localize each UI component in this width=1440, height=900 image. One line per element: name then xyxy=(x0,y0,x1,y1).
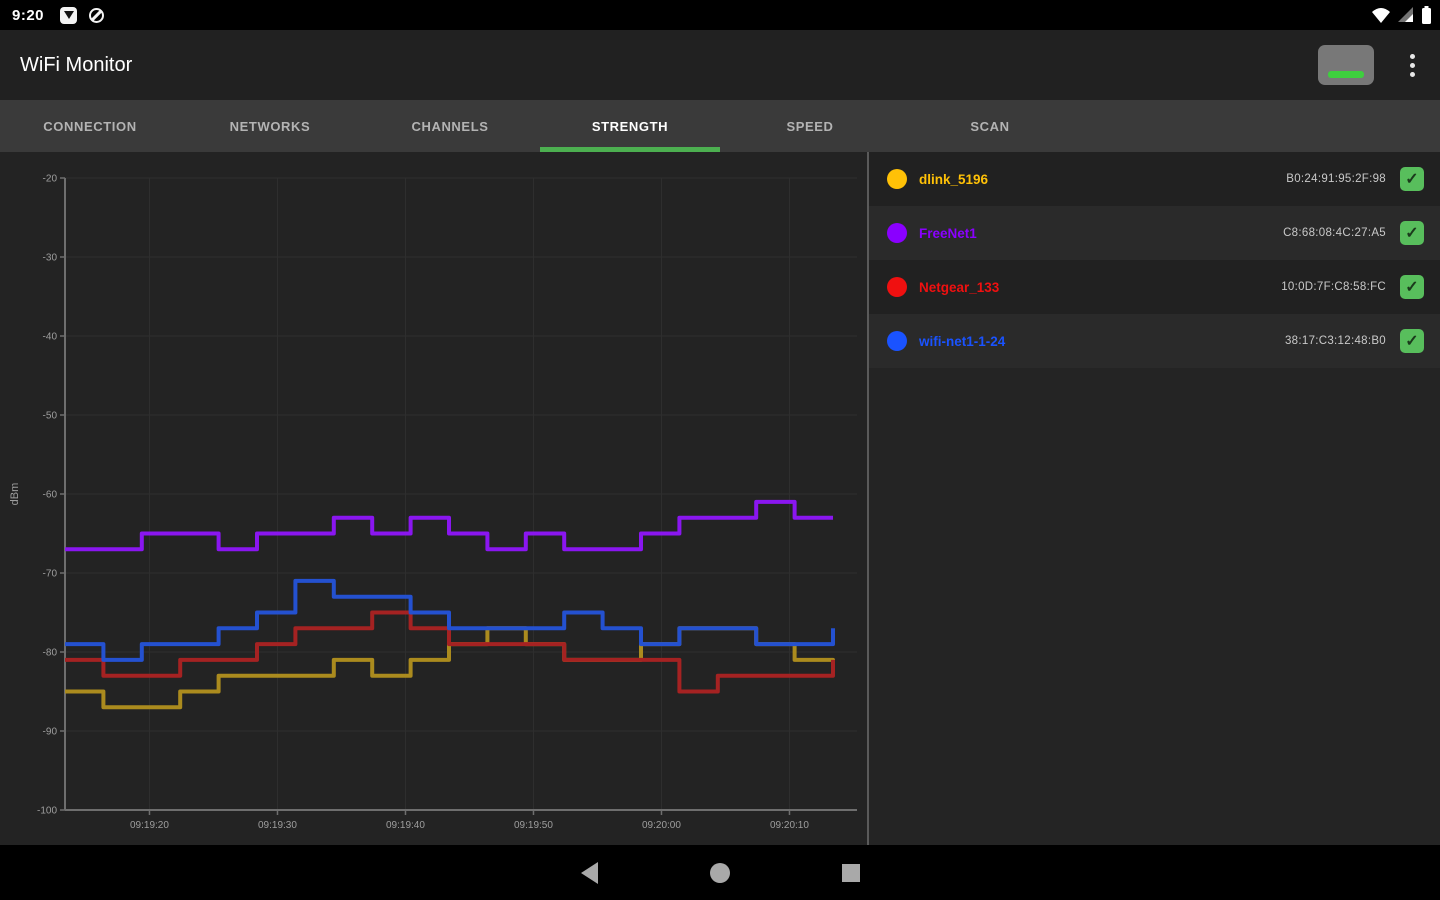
network-mac: 10:0D:7F:C8:58:FC xyxy=(1281,281,1386,293)
svg-text:-80: -80 xyxy=(43,648,58,659)
svg-text:09:19:50: 09:19:50 xyxy=(514,820,553,831)
network-row[interactable]: FreeNet1 C8:68:08:4C:27:A5 ✓ xyxy=(869,206,1440,260)
tab-speed[interactable]: SPEED xyxy=(720,100,900,152)
tab-scan[interactable]: SCAN xyxy=(900,100,1080,152)
adblock-icon xyxy=(60,6,78,24)
tab-connection[interactable]: CONNECTION xyxy=(0,100,180,152)
strength-chart: -20 -30 -40 -50 -60 -70 -80 -90 -100 09:19:20 09:1… xyxy=(9,174,857,831)
svg-text:-30: -30 xyxy=(43,253,58,264)
recents-icon[interactable] xyxy=(841,863,860,882)
svg-text:09:19:20: 09:19:20 xyxy=(130,820,169,831)
svg-text:09:19:30: 09:19:30 xyxy=(258,820,297,831)
tab-bar: CONNECTION NETWORKS CHANNELS STRENGTH SP… xyxy=(0,100,1440,152)
network-mac: 38:17:C3:12:48:B0 xyxy=(1284,335,1386,347)
network-color-dot xyxy=(887,331,907,351)
svg-text:-40: -40 xyxy=(43,332,58,343)
network-checkbox[interactable]: ✓ xyxy=(1400,167,1424,191)
android-nav-bar xyxy=(0,845,1440,900)
cell-signal-icon xyxy=(1398,7,1413,22)
chart-panel: -20 -30 -40 -50 -60 -70 -80 -90 -100 09:19:20 09:1… xyxy=(0,152,867,845)
tab-strength[interactable]: STRENGTH xyxy=(540,100,720,152)
app-title: WiFi Monitor xyxy=(20,53,133,76)
network-row[interactable]: Netgear_133 10:0D:7F:C8:58:FC ✓ xyxy=(869,260,1440,314)
network-color-dot xyxy=(887,277,907,297)
strength-page: -20 -30 -40 -50 -60 -70 -80 -90 -100 09:19:20 09:1… xyxy=(0,152,1440,845)
network-row[interactable]: dlink_5196 B0:24:91:95:2F:98 ✓ xyxy=(869,152,1440,206)
battery-icon xyxy=(1422,6,1431,24)
network-ssid: wifi-net1-1-24 xyxy=(919,333,1006,349)
network-checkbox[interactable]: ✓ xyxy=(1400,329,1424,353)
network-mac: B0:24:91:95:2F:98 xyxy=(1286,173,1386,185)
overflow-menu-icon[interactable] xyxy=(1400,48,1424,82)
svg-text:09:20:10: 09:20:10 xyxy=(770,820,809,831)
network-list: dlink_5196 B0:24:91:95:2F:98 ✓ FreeNet1 … xyxy=(869,152,1440,845)
svg-text:dBm: dBm xyxy=(9,483,21,506)
svg-text:-70: -70 xyxy=(43,569,58,580)
network-color-dot xyxy=(887,169,907,189)
svg-text:-50: -50 xyxy=(43,411,58,422)
svg-text:-100: -100 xyxy=(37,806,57,817)
network-checkbox[interactable]: ✓ xyxy=(1400,275,1424,299)
data-saver-icon xyxy=(89,7,105,23)
svg-text:09:20:00: 09:20:00 xyxy=(642,820,681,831)
network-ssid: Netgear_133 xyxy=(919,279,1000,295)
svg-text:-20: -20 xyxy=(43,174,58,185)
home-icon[interactable] xyxy=(709,862,730,883)
status-time: 9:20 xyxy=(12,6,45,24)
app-bar: WiFi Monitor xyxy=(0,30,1440,100)
chart-toggle-button[interactable] xyxy=(1318,45,1374,85)
network-row[interactable]: wifi-net1-1-24 38:17:C3:12:48:B0 ✓ xyxy=(869,314,1440,368)
tab-channels[interactable]: CHANNELS xyxy=(360,100,540,152)
back-icon[interactable] xyxy=(580,861,598,884)
status-bar: 9:20 xyxy=(0,0,1440,30)
svg-text:-60: -60 xyxy=(43,490,58,501)
network-color-dot xyxy=(887,223,907,243)
svg-text:09:19:40: 09:19:40 xyxy=(386,820,425,831)
chart-toggle-green-bar xyxy=(1328,71,1364,78)
network-ssid: FreeNet1 xyxy=(919,225,977,241)
network-ssid: dlink_5196 xyxy=(919,171,989,187)
svg-text:-90: -90 xyxy=(43,727,58,738)
tab-networks[interactable]: NETWORKS xyxy=(180,100,360,152)
network-mac: C8:68:08:4C:27:A5 xyxy=(1283,227,1386,239)
network-checkbox[interactable]: ✓ xyxy=(1400,221,1424,245)
wifi-icon xyxy=(1372,8,1390,23)
